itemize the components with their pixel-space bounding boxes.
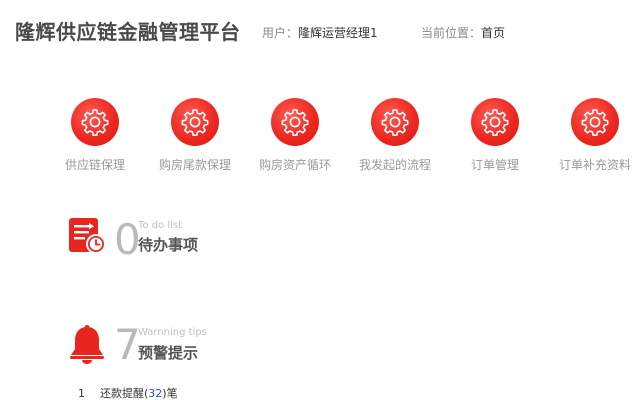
warning-en-label: Warnning tips <box>138 327 207 338</box>
warning-summary[interactable]: 7 Warnning tips 预警提示 <box>68 324 328 374</box>
warning-list: 1 还款提醒(32)笔 <box>78 385 178 400</box>
gear-icon <box>171 98 219 146</box>
user-label: 用户： <box>262 26 299 40</box>
list-item[interactable]: 1 还款提醒(32)笔 <box>78 385 178 400</box>
list-item-suffix: )笔 <box>162 387 178 400</box>
quick-nav-label: 购房尾款保理 <box>158 158 231 172</box>
quick-nav-my-processes[interactable]: 我发起的流程 <box>345 98 445 178</box>
bell-icon <box>68 324 106 368</box>
todo-count: 0 <box>114 215 141 264</box>
quick-nav-house-balance-factoring[interactable]: 购房尾款保理 <box>145 98 245 178</box>
todo-en-label: To do list <box>138 220 183 231</box>
quick-nav-label: 供应链保理 <box>64 158 125 172</box>
app-title: 隆辉供应链金融管理平台 <box>15 20 241 44</box>
location-label: 当前位置： <box>421 26 482 40</box>
gear-icon <box>71 98 119 146</box>
list-item-index: 1 <box>78 387 85 400</box>
current-user: 用户：隆辉运营经理1 <box>262 24 378 41</box>
quick-nav-supply-chain-factoring[interactable]: 供应链保理 <box>45 98 145 178</box>
quick-nav-label: 订单补充资料 <box>558 158 631 172</box>
todo-clock-icon <box>68 216 108 260</box>
location-value: 首页 <box>481 26 506 40</box>
current-location: 当前位置：首页 <box>421 24 505 41</box>
warning-cn-label: 预警提示 <box>138 344 199 362</box>
user-name: 隆辉运营经理1 <box>298 26 378 40</box>
list-item-count[interactable]: 32 <box>148 387 162 400</box>
quick-nav-order-supplement[interactable]: 订单补充资料 <box>545 98 640 178</box>
quick-nav-label: 我发起的流程 <box>358 158 431 172</box>
gear-icon <box>271 98 319 146</box>
todo-cn-label: 待办事项 <box>138 236 199 254</box>
gear-icon <box>371 98 419 146</box>
quick-nav-label: 购房资产循环 <box>258 158 331 172</box>
home-page: 隆辉供应链金融管理平台 用户：隆辉运营经理1 当前位置：首页 供应链保理 购房尾… <box>0 0 640 400</box>
warning-count: 7 <box>114 320 141 369</box>
todo-summary[interactable]: 0 To do list 待办事项 <box>68 216 328 266</box>
list-item-text: 还款提醒( <box>100 387 149 400</box>
header: 隆辉供应链金融管理平台 用户：隆辉运营经理1 当前位置：首页 <box>0 0 640 62</box>
quick-nav-label: 订单管理 <box>470 158 519 172</box>
quick-nav-order-management[interactable]: 订单管理 <box>445 98 545 178</box>
quick-nav-house-asset-cycle[interactable]: 购房资产循环 <box>245 98 345 178</box>
gear-icon <box>471 98 519 146</box>
gear-icon <box>571 98 619 146</box>
